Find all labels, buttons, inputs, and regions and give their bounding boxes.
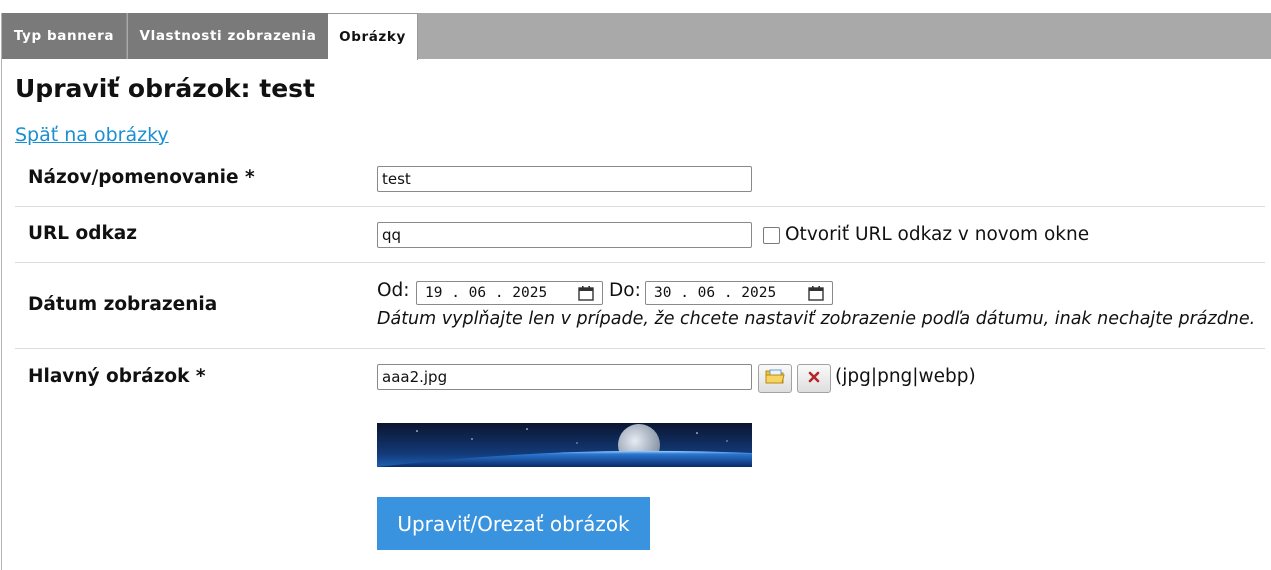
tab-typ-bannera[interactable]: Typ bannera [2, 13, 127, 59]
calendar-icon[interactable] [808, 285, 824, 301]
date-from-label: Od: [377, 280, 410, 301]
name-input[interactable] [377, 166, 752, 192]
browse-image-button[interactable] [758, 364, 792, 393]
name-label: Názov/pomenovanie * [28, 167, 255, 188]
row-divider [15, 206, 1265, 207]
tab-bar: Typ bannera Vlastnosti zobrazenia Obrázk… [2, 13, 1271, 60]
banner-image-preview [377, 423, 752, 467]
row-divider [15, 262, 1265, 263]
new-window-checkbox[interactable] [763, 227, 780, 244]
allowed-formats: (jpg|png|webp) [835, 366, 976, 387]
calendar-icon[interactable] [578, 285, 594, 301]
date-label: Dátum zobrazenia [28, 294, 218, 315]
edit-crop-image-button[interactable]: Upraviť/Orezať obrázok [377, 497, 650, 550]
url-label: URL odkaz [28, 223, 138, 244]
tab-obrazky[interactable]: Obrázky [328, 13, 418, 60]
date-to-label: Do: [609, 280, 641, 301]
date-hint: Dátum vyplňajte len v prípade, že chcete… [377, 309, 1256, 329]
tab-vlastnosti-zobrazenia[interactable]: Vlastnosti zobrazenia [128, 13, 328, 59]
row-divider [15, 348, 1265, 349]
folder-image-icon [765, 368, 785, 389]
date-from-value: 19 . 06 . 2025 [425, 285, 548, 301]
new-window-label: Otvoriť URL odkaz v novom okne [785, 224, 1090, 245]
clear-image-button[interactable] [797, 364, 831, 393]
date-to-value: 30 . 06 . 2025 [654, 285, 777, 301]
close-x-icon [807, 369, 821, 388]
date-from-input[interactable]: 19 . 06 . 2025 [416, 281, 603, 305]
main-image-label: Hlavný obrázok * [28, 366, 206, 387]
date-to-input[interactable]: 30 . 06 . 2025 [645, 281, 833, 305]
back-to-images-link[interactable]: Späť na obrázky [15, 124, 169, 146]
content-border [1, 13, 2, 570]
page-title: Upraviť obrázok: test [15, 74, 315, 103]
url-input[interactable] [377, 222, 752, 248]
main-image-input[interactable] [377, 364, 752, 390]
